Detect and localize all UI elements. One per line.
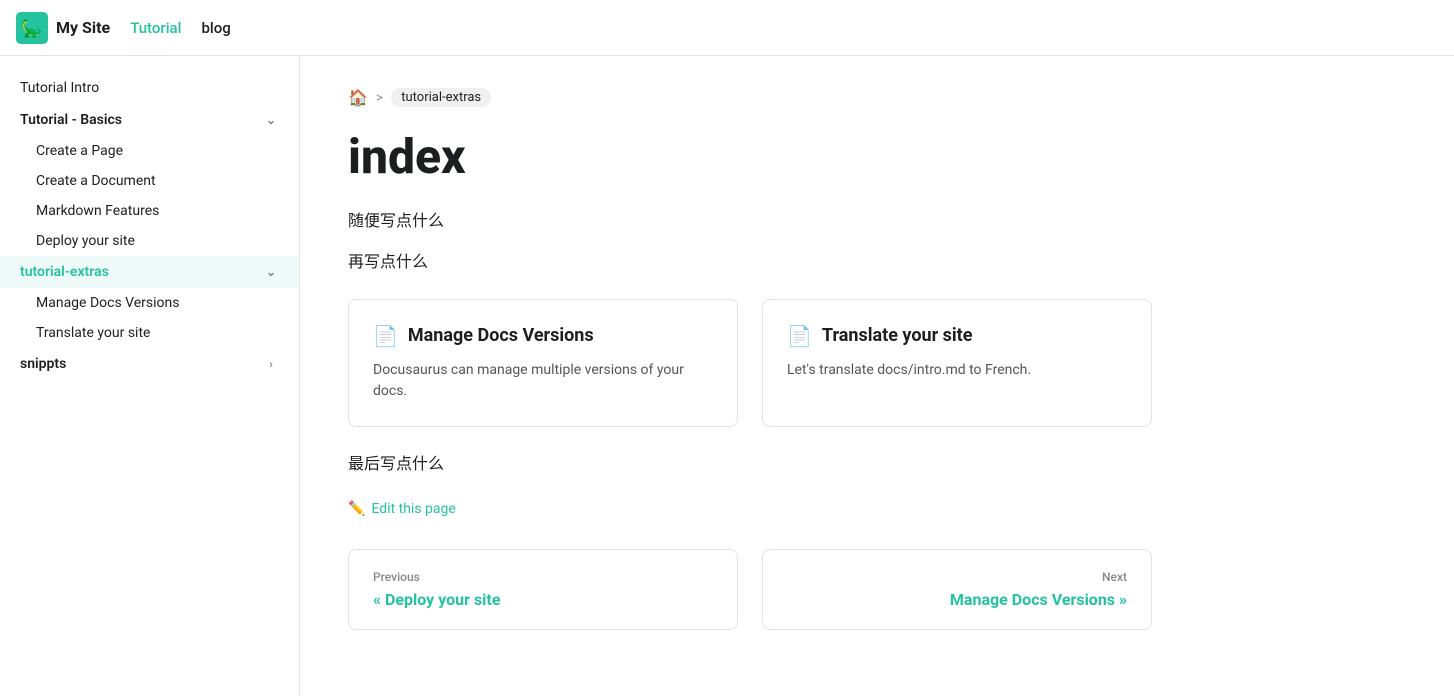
nav-blog[interactable]: blog <box>201 19 230 37</box>
sidebar-item-deploy-your-site[interactable]: Deploy your site <box>0 226 299 256</box>
brand-label: My Site <box>56 18 110 37</box>
card-header: 📄 Translate your site <box>787 324 1127 348</box>
dinosaur-icon: 🦕 <box>16 12 48 44</box>
card-title: Translate your site <box>822 325 973 346</box>
breadcrumb: 🏠 > tutorial-extras <box>348 88 1152 107</box>
sidebar-item-markdown-features[interactable]: Markdown Features <box>0 196 299 226</box>
next-label: Next <box>787 570 1127 584</box>
page-title: index <box>348 131 1152 184</box>
top-navbar: 🦕 My Site Tutorial blog <box>0 0 1454 56</box>
home-icon[interactable]: 🏠 <box>348 88 368 107</box>
sidebar-item-translate-your-site[interactable]: Translate your site <box>0 318 299 348</box>
sidebar-item-create-document[interactable]: Create a Document <box>0 166 299 196</box>
nav-tutorial[interactable]: Tutorial <box>130 19 181 37</box>
card-description: Docusaurus can manage multiple versions … <box>373 360 713 402</box>
pencil-icon: ✏️ <box>348 501 365 517</box>
document-icon: 📄 <box>373 324 398 348</box>
sidebar-group-tutorial-basics[interactable]: Tutorial - Basics ⌄ <box>0 104 299 136</box>
svg-text:🦕: 🦕 <box>21 18 43 39</box>
page-text-2: 再写点什么 <box>348 249 1152 275</box>
sidebar: Tutorial Intro Tutorial - Basics ⌄ Creat… <box>0 56 300 696</box>
page-layout: Tutorial Intro Tutorial - Basics ⌄ Creat… <box>0 56 1454 696</box>
document-icon: 📄 <box>787 324 812 348</box>
chevron-right-icon: › <box>263 356 279 372</box>
sidebar-group-tutorial-extras[interactable]: tutorial-extras ⌄ <box>0 256 299 288</box>
page-text-1: 随便写点什么 <box>348 208 1152 234</box>
prev-next-nav: Previous « Deploy your site Next Manage … <box>348 549 1152 630</box>
card-title: Manage Docs Versions <box>408 325 594 346</box>
sidebar-item-manage-docs-versions[interactable]: Manage Docs Versions <box>0 288 299 318</box>
chevron-down-icon: ⌄ <box>263 264 279 280</box>
page-text-3: 最后写点什么 <box>348 451 1152 477</box>
prev-title: « Deploy your site <box>373 590 713 609</box>
main-content: 🏠 > tutorial-extras index 随便写点什么 再写点什么 📄… <box>300 56 1200 696</box>
edit-this-page-link[interactable]: ✏️ Edit this page <box>348 501 1152 517</box>
breadcrumb-separator: > <box>376 90 383 106</box>
next-title: Manage Docs Versions » <box>787 590 1127 609</box>
chevron-down-icon: ⌄ <box>263 112 279 128</box>
cards-row: 📄 Manage Docs Versions Docusaurus can ma… <box>348 299 1152 427</box>
sidebar-group-snippts[interactable]: snippts › <box>0 348 299 380</box>
prev-nav-card[interactable]: Previous « Deploy your site <box>348 549 738 630</box>
card-translate-your-site[interactable]: 📄 Translate your site Let's translate do… <box>762 299 1152 427</box>
sidebar-item-tutorial-intro[interactable]: Tutorial Intro <box>0 72 299 104</box>
card-header: 📄 Manage Docs Versions <box>373 324 713 348</box>
next-nav-card[interactable]: Next Manage Docs Versions » <box>762 549 1152 630</box>
card-description: Let's translate docs/intro.md to French. <box>787 360 1127 381</box>
card-manage-docs-versions[interactable]: 📄 Manage Docs Versions Docusaurus can ma… <box>348 299 738 427</box>
sidebar-item-create-page[interactable]: Create a Page <box>0 136 299 166</box>
edit-link-label: Edit this page <box>371 501 455 517</box>
breadcrumb-current[interactable]: tutorial-extras <box>391 88 491 107</box>
prev-label: Previous <box>373 570 713 584</box>
brand-logo[interactable]: 🦕 My Site <box>16 12 110 44</box>
